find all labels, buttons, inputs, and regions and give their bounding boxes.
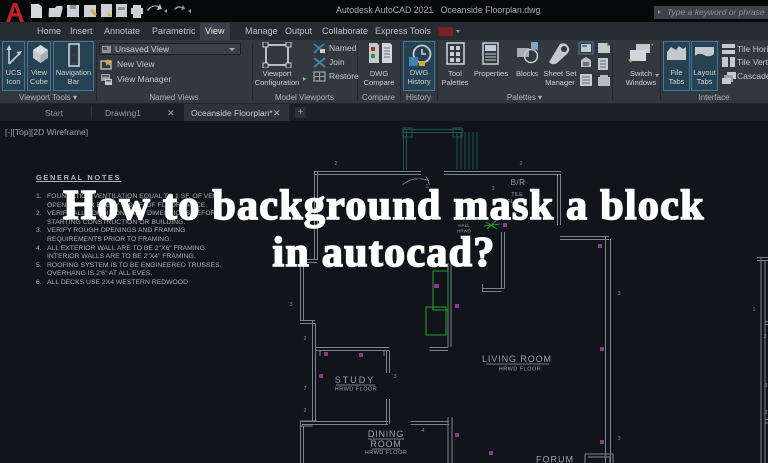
svg-text:2: 2 [303, 336, 306, 342]
svg-text:DINING: DINING [368, 429, 404, 439]
svg-text:HRWD FLOOR: HRWD FLOOR [499, 367, 541, 373]
svg-text:HRWD FLOOR: HRWD FLOOR [365, 450, 407, 456]
svg-text:2: 2 [334, 161, 337, 167]
svg-text:2: 2 [303, 408, 306, 414]
svg-text:1: 1 [752, 307, 755, 313]
svg-text:4: 4 [421, 428, 424, 434]
svg-text:3: 3 [289, 302, 292, 308]
svg-text:STUDY: STUDY [335, 375, 376, 385]
svg-text:FORUM: FORUM [536, 455, 574, 463]
svg-text:2: 2 [763, 334, 766, 340]
svg-text:3: 3 [617, 291, 620, 297]
svg-text:LIVING ROOM: LIVING ROOM [482, 354, 552, 364]
svg-text:3: 3 [764, 383, 767, 389]
svg-text:3: 3 [393, 374, 396, 380]
svg-text:2: 2 [519, 161, 522, 167]
svg-text:2: 2 [764, 410, 767, 416]
svg-text:7: 7 [303, 386, 306, 392]
svg-text:HRWD FLOOR: HRWD FLOOR [335, 387, 377, 393]
svg-text:ROOM: ROOM [370, 439, 401, 449]
svg-text:3: 3 [617, 436, 620, 442]
